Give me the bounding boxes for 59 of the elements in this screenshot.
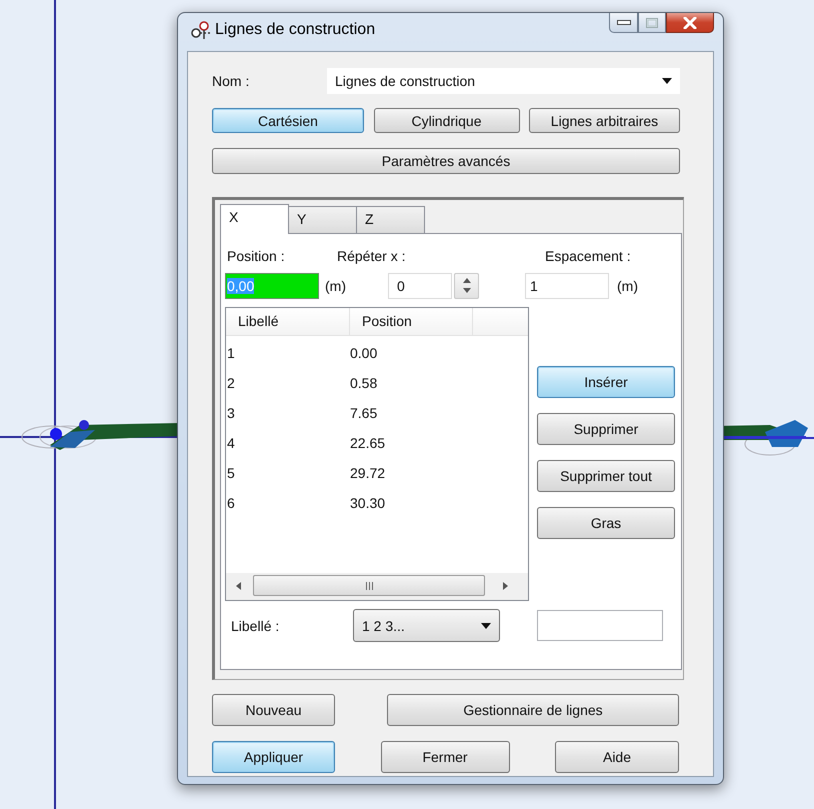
grip-icon [364,582,374,590]
table-cell-text: 3 [226,405,236,423]
list-action-button[interactable]: Supprimer [537,413,675,445]
unit-label: (m) [325,278,347,294]
mode-button[interactable]: Cylindrique [374,108,520,133]
dialog-button[interactable]: Appliquer [212,741,335,773]
label-style-dropdown[interactable]: 1 2 3... [353,609,500,642]
scroll-right-icon[interactable] [501,580,509,590]
dialog-button[interactable]: Gestionnaire de lignes [387,694,679,726]
spin-buttons[interactable] [454,272,479,298]
field-label: Libellé : [230,618,280,634]
axis-markers-icon [191,21,211,39]
table-cell-text: 2 [226,375,236,393]
window-title: Lignes de construction [215,21,376,39]
scroll-thumb[interactable] [253,575,485,596]
table-cell-text: 30.30 [350,495,386,513]
minimize-button[interactable] [609,13,638,33]
horizontal-scrollbar[interactable] [226,573,528,600]
tab[interactable]: Y [288,206,357,233]
dialog-button[interactable]: Aide [555,741,679,773]
scroll-left-icon[interactable] [235,580,243,590]
maximize-icon [646,18,658,28]
list-action-button[interactable]: Gras [537,507,675,539]
table-cell-text: 29.72 [350,465,386,483]
tab[interactable]: X [220,204,289,234]
mode-button[interactable]: Lignes arbitraires [529,108,680,133]
table-cell-text: 1 [226,345,236,363]
maximize-button[interactable] [638,13,666,33]
close-button[interactable] [666,13,714,33]
unit-label: (m) [617,278,638,294]
field-label: Répéter x : [337,248,406,266]
dialog-button[interactable]: Fermer [380,741,510,773]
name-dropdown[interactable]: Lignes de construction [327,68,680,94]
field-label: Espacement : [545,248,631,266]
table-cell-text: 4 [226,435,236,453]
advanced-settings-button[interactable]: Paramètres avancés [212,148,680,174]
list-action-button[interactable]: Supprimer tout [537,460,675,492]
table-cell-text: 7.65 [350,405,378,423]
list-action-button[interactable]: Insérer [537,366,675,398]
caret-icon [662,78,672,84]
tab[interactable]: Z [356,206,425,233]
table-cell-text: 0.00 [350,345,378,363]
caret-icon [481,622,491,628]
repeat-field[interactable]: 0 [388,272,452,298]
column-header[interactable]: Libellé [226,308,350,335]
table-cell-text: 5 [226,465,236,483]
column-header[interactable]: Position [350,308,473,335]
table-cell-text: 22.65 [350,435,386,453]
dialog-button[interactable]: Nouveau [212,694,335,726]
minimize-icon [616,20,630,26]
text-field[interactable] [537,610,663,641]
table-cell-text: 0.58 [350,375,378,393]
mode-button[interactable]: Cartésien [212,108,364,133]
spacing-field[interactable]: 1 [525,272,609,298]
field-label: Position : [226,248,286,266]
close-icon [683,16,697,28]
list-view[interactable]: Libellé Position 1 0.00 2 0.58 3 7.65 4 22.65 5 29.72 6 30.30 [225,307,529,601]
field-label: Nom : [212,73,250,89]
table-cell-text: 6 [226,495,236,513]
